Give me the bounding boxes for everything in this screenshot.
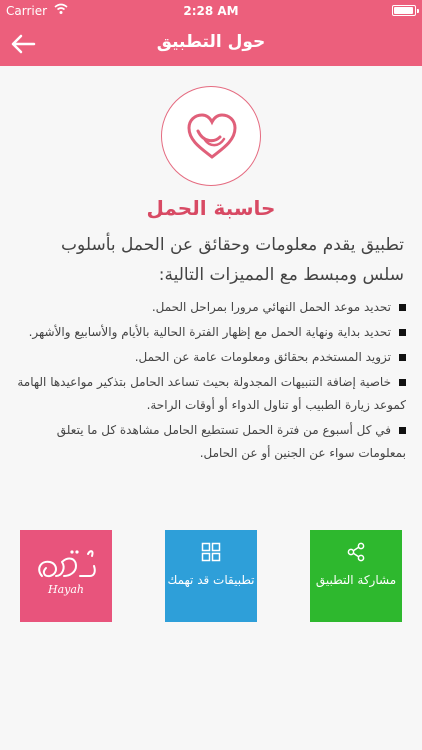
intro-text: تطبيق يقدم معلومات وحقائق عن الحمل بأسلو… bbox=[61, 235, 404, 285]
square-bullet-icon bbox=[399, 304, 406, 311]
square-bullet-icon bbox=[399, 354, 406, 361]
share-icon bbox=[347, 542, 365, 562]
feature-text: خاصية إضافة التنبيهات المجدولة بحيث تساع… bbox=[17, 375, 406, 412]
share-app-label: مشاركة التطبيق bbox=[315, 573, 397, 587]
suggested-apps-button[interactable]: تطبيقات قد تهمك bbox=[165, 530, 257, 622]
status-time: 2:28 AM bbox=[183, 4, 239, 18]
hayah-logo-icon bbox=[38, 550, 96, 578]
feature-text: تزويد المستخدم بحقائق ومعلومات عامة عن ا… bbox=[134, 350, 391, 364]
features-list: تحديد موعد الحمل النهائي مرورا بمراحل ال… bbox=[14, 296, 406, 467]
feature-item: تزويد المستخدم بحقائق ومعلومات عامة عن ا… bbox=[14, 346, 406, 369]
feature-item: تحديد بداية ونهاية الحمل مع إظهار الفترة… bbox=[14, 321, 406, 344]
feature-text: تحديد موعد الحمل النهائي مرورا بمراحل ال… bbox=[151, 300, 391, 314]
battery-fill bbox=[394, 7, 413, 14]
share-app-button[interactable]: مشاركة التطبيق bbox=[310, 530, 402, 622]
feature-item: خاصية إضافة التنبيهات المجدولة بحيث تساع… bbox=[14, 371, 406, 417]
suggested-apps-label: تطبيقات قد تهمك bbox=[167, 573, 255, 587]
feature-item: في كل أسبوع من فترة الحمل تستطيع الحامل … bbox=[14, 419, 406, 465]
nav-bar: حول التطبيق bbox=[0, 22, 422, 66]
grid-icon bbox=[201, 542, 221, 562]
page-title: حول التطبيق bbox=[156, 32, 266, 52]
feature-item: تحديد موعد الحمل النهائي مرورا بمراحل ال… bbox=[14, 296, 406, 319]
feature-text: في كل أسبوع من فترة الحمل تستطيع الحامل … bbox=[56, 423, 406, 460]
square-bullet-icon bbox=[399, 427, 406, 434]
hayah-brand-text: Hayah bbox=[47, 583, 84, 596]
hayah-app-button[interactable]: Hayah bbox=[20, 530, 112, 622]
app-logo bbox=[161, 86, 261, 186]
battery-icon bbox=[392, 5, 419, 16]
app-name: حاسبة الحمل bbox=[146, 196, 276, 220]
square-bullet-icon bbox=[399, 329, 406, 336]
status-bar: Carrier 2:28 AM bbox=[0, 0, 422, 22]
square-bullet-icon bbox=[399, 379, 406, 386]
feature-text: تحديد بداية ونهاية الحمل مع إظهار الفترة… bbox=[28, 325, 391, 339]
heart-hug-icon bbox=[187, 113, 237, 159]
